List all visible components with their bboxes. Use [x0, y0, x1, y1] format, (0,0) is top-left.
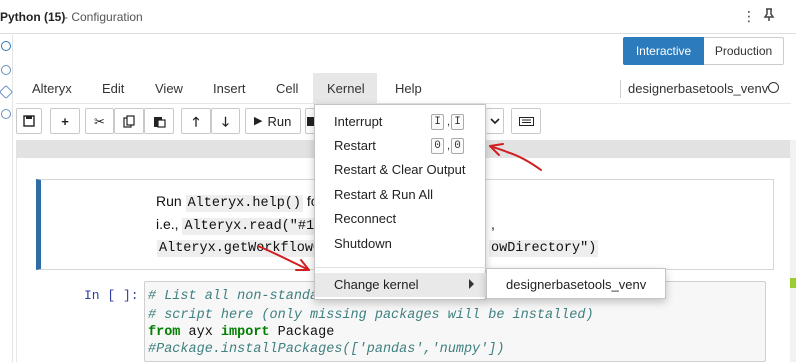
kernel-menu-interrupt[interactable]: Interrupt I , I [315, 110, 487, 134]
menu-alteryx[interactable]: Alteryx [24, 73, 80, 104]
interactive-mode-button[interactable]: Interactive [623, 37, 704, 65]
copy-button[interactable] [114, 108, 144, 134]
tool-subtitle: - Configuration [64, 10, 143, 24]
mode-toggle: Interactive Production [623, 37, 784, 65]
notebook-menubar: Alteryx Edit View Insert Cell Kernel Hel… [16, 73, 791, 104]
menu-divider [315, 267, 487, 268]
markdown-line-2: i.e., Alteryx.read("#1" [156, 216, 325, 235]
cell-type-dropdown[interactable] [486, 108, 504, 134]
kernel-menu-restart-clear-output[interactable]: Restart & Clear Output [315, 158, 487, 182]
cut-icon: ✂ [94, 113, 105, 129]
markdown-line-2-tail: , [491, 216, 495, 232]
notebook-scrollbar[interactable] [790, 140, 796, 362]
run-icon: ▶ [254, 114, 263, 127]
code-line-3: from ayx import Package [148, 325, 335, 340]
save-icon [23, 115, 35, 127]
keyboard-icon [518, 116, 534, 126]
paste-button[interactable] [144, 108, 174, 134]
menu-kernel[interactable]: Kernel [313, 73, 377, 104]
code-line-4: #Package.installPackages(['pandas','nump… [148, 342, 505, 357]
move-down-icon: 🡓 [222, 113, 229, 129]
input-prompt: In [ ]: [84, 288, 139, 303]
markdown-line-1: Run Alteryx.help() fo [156, 193, 319, 212]
shortcut-key: 0 [451, 138, 464, 154]
command-palette-button[interactable] [511, 108, 541, 134]
code-line-2: # script here (only missing packages wil… [148, 308, 594, 323]
kernel-menu-restart-run-all[interactable]: Restart & Run All [315, 183, 487, 207]
menu-view[interactable]: View [147, 73, 191, 104]
scrollbar-marker [790, 278, 796, 288]
menu-insert[interactable]: Insert [205, 73, 254, 104]
stop-icon [307, 116, 314, 126]
code-line-1: # List all non-standar [148, 289, 327, 304]
add-cell-button[interactable]: + [50, 108, 80, 134]
kernel-name-indicator[interactable]: designerbasetools_venv [620, 80, 768, 98]
move-up-button[interactable]: 🡑 [181, 108, 211, 134]
run-button[interactable]: ▶ Run [245, 108, 301, 134]
tool-title: Python (15) [0, 10, 66, 24]
paste-icon [153, 116, 166, 128]
title-bar: Python (15) - Configuration ⋮ [0, 0, 796, 34]
kernel-menu-change-kernel[interactable]: Change kernel [315, 273, 487, 297]
shortcut-key: I [431, 114, 444, 130]
move-up-icon: 🡑 [192, 113, 200, 129]
pin-icon[interactable] [763, 8, 775, 25]
change-kernel-submenu: designerbasetools_venv [486, 268, 666, 299]
chevron-right-icon [469, 279, 474, 289]
kernel-menu-restart[interactable]: Restart 0 , 0 [315, 134, 487, 158]
cut-button[interactable]: ✂ [85, 108, 114, 134]
kernel-menu-reconnect[interactable]: Reconnect [315, 207, 487, 231]
vertical-ellipsis-icon[interactable]: ⋮ [742, 8, 756, 25]
markdown-line-3: Alteryx.getWorkflowCo [157, 240, 332, 257]
menu-edit[interactable]: Edit [94, 73, 132, 104]
connections-icon[interactable] [1, 65, 11, 75]
kernel-dropdown-menu: Interrupt I , I Restart 0 , 0 Restart & … [314, 104, 487, 300]
left-side-strip [0, 35, 14, 362]
help-icon[interactable] [1, 109, 11, 119]
copy-icon [122, 114, 135, 128]
gear-icon[interactable] [1, 41, 11, 51]
save-button[interactable] [16, 108, 42, 134]
submenu-kernel-option[interactable]: designerbasetools_venv [506, 277, 646, 292]
shortcut-key: 0 [431, 138, 444, 154]
shortcut-key: I [451, 114, 464, 130]
add-cell-icon: + [61, 113, 69, 129]
kernel-menu-shutdown[interactable]: Shutdown [315, 232, 487, 256]
markdown-line-3-tail: owDirectory") [489, 240, 599, 257]
tag-icon[interactable] [0, 84, 14, 100]
production-mode-button[interactable]: Production [704, 37, 784, 65]
menu-help[interactable]: Help [387, 73, 430, 104]
move-down-button[interactable]: 🡓 [211, 108, 240, 134]
notebook-window: Python (15) - Configuration ⋮ Interactiv… [0, 0, 796, 362]
kernel-idle-status-icon [768, 82, 779, 93]
menu-cell[interactable]: Cell [268, 73, 306, 104]
cell-type-dropdown-icon [489, 117, 500, 124]
run-label: Run [267, 113, 292, 129]
